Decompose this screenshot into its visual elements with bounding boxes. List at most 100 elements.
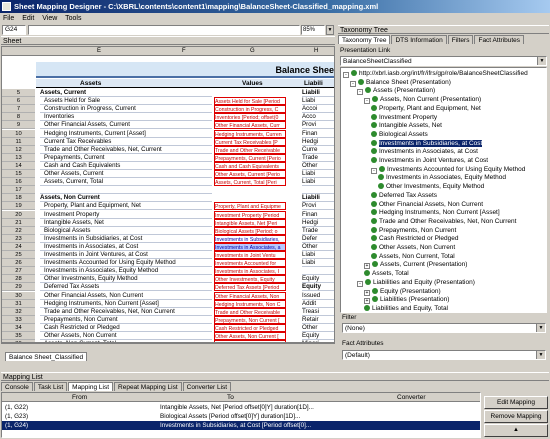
row-number[interactable]: 18	[2, 194, 35, 203]
tree-node[interactable]: Biological Assets	[371, 130, 428, 139]
asset-label-cell[interactable]: Cash and Cash Equivalents	[40, 162, 212, 170]
sheet-row[interactable]: 33 Prepayments, Non Current Prepayments, N…	[2, 315, 334, 324]
sheet-row[interactable]: 16 Assets, Current, Total Assets, Current,…	[2, 178, 334, 187]
asset-label-cell[interactable]: Other Financial Assets, Current	[40, 121, 212, 130]
tree-node[interactable]: Property, Plant and Equipment, Net	[371, 104, 481, 113]
asset-label-cell[interactable]: Other Financial Assets, Non Current	[40, 292, 212, 300]
presentation-link-select[interactable]: BalanceSheetClassified ▼	[340, 56, 547, 66]
move-up-button[interactable]: ▲	[484, 424, 548, 437]
liabilities-cell[interactable]	[302, 186, 334, 195]
chevron-down-icon[interactable]: ▼	[536, 324, 545, 332]
tree-node[interactable]: + Liabilities (Presentation)	[364, 295, 449, 305]
tab-converter-list[interactable]: Converter List	[182, 382, 232, 391]
row-number[interactable]: 6	[2, 97, 35, 106]
sheet-row[interactable]: 20 Investment Property Investment Property…	[2, 210, 334, 219]
value-mapping-cell[interactable]: Property, Plant and Equipme	[214, 202, 286, 211]
asset-label-cell[interactable]: Investments in Associates, Equity Method	[40, 267, 212, 276]
value-mapping-cell[interactable]: Trade and Other Receivable	[214, 307, 286, 316]
value-mapping-cell[interactable]: Other Assets, Current [Perio	[214, 170, 286, 178]
asset-label-cell[interactable]: Prepayments, Non Current	[40, 316, 212, 324]
tab-mapping-list[interactable]: Mapping List	[68, 382, 114, 391]
value-mapping-cell[interactable]: Investments in Subsidiaries,	[214, 234, 286, 243]
zoom-dropdown-icon[interactable]: ▼	[326, 25, 334, 35]
asset-label-cell[interactable]: Other Assets, Current	[40, 170, 212, 178]
row-number[interactable]: 34	[2, 323, 35, 332]
tree-node[interactable]: + Equity (Presentation)	[364, 287, 441, 296]
sheet-row[interactable]: 15 Other Assets, Current Other Assets, Cur…	[2, 170, 334, 178]
tree-node[interactable]: Investments in Associates, Equity Method	[378, 173, 506, 182]
tree-node[interactable]: Deferred Tax Assets	[371, 191, 437, 200]
tree-node[interactable]: - http://xbrl.iasb.org/int/fr/ifrs/gp/rol…	[343, 69, 528, 78]
asset-label-cell[interactable]: Investments Accounted for Using Equity M…	[40, 259, 212, 268]
tree-node[interactable]: Investments in Associates, at Cost	[371, 147, 478, 156]
sheet-row[interactable]: 13 Prepayments, Current Prepayments, Curre…	[2, 153, 334, 162]
tree-node[interactable]: Prepayments, Non Current	[371, 226, 456, 235]
liabilities-cell[interactable]: Provi	[302, 121, 334, 130]
tab-dts-information[interactable]: DTS Information	[391, 35, 447, 44]
row-number[interactable]: 16	[2, 178, 35, 187]
asset-label-cell[interactable]: Assets, Non Current	[40, 194, 212, 203]
col-converter[interactable]: Converter	[397, 393, 426, 402]
sheet-row[interactable]: 32 Trade and Other Receivables, Net, Non …	[2, 307, 334, 316]
collapse-icon[interactable]: -	[364, 98, 370, 105]
sheet-row[interactable]: 30 Other Financial Assets, Non Current Oth…	[2, 291, 334, 300]
tab-repeat-mapping-list[interactable]: Repeat Mapping List	[114, 382, 182, 391]
fact-attributes-select[interactable]: (Default) ▼	[342, 350, 546, 360]
row-number[interactable]: 30	[2, 291, 35, 300]
row-number[interactable]: 26	[2, 259, 35, 268]
value-mapping-cell[interactable]: Prepayments, Current [Perio	[214, 153, 286, 162]
liabilities-cell[interactable]: Curre	[302, 146, 334, 154]
value-mapping-cell[interactable]: Hedging Instruments, Curren	[214, 129, 286, 138]
row-number[interactable]: 19	[2, 202, 35, 211]
mapping-table[interactable]: From To Converter (1, G22) Intangible Ass…	[1, 392, 481, 438]
sheet-row[interactable]: 9 Other Financial Assets, Current Other Fi…	[2, 121, 334, 130]
tree-node[interactable]: - Assets, Non Current (Presentation)	[364, 95, 481, 105]
tree-node[interactable]: Liabilities and Equity, Total	[364, 304, 448, 312]
row-number[interactable]: 12	[2, 145, 35, 154]
value-mapping-cell[interactable]: Prepayments, Non Current [	[214, 315, 286, 324]
asset-label-cell[interactable]: Prepayments, Current	[40, 154, 212, 162]
menu-view[interactable]: View	[42, 15, 57, 22]
col-header-g[interactable]: G	[250, 47, 255, 56]
row-number[interactable]: 9	[2, 121, 35, 130]
tree-node[interactable]: Other Financial Assets, Non Current	[371, 200, 483, 209]
value-mapping-cell[interactable]: Cash Restricted or Pledged	[214, 323, 286, 332]
asset-label-cell[interactable]: Cash Restricted or Pledged	[40, 324, 212, 332]
liabilities-cell[interactable]: Addit	[302, 300, 334, 308]
menu-edit[interactable]: Edit	[22, 15, 34, 22]
sheet-row[interactable]: 12 Trade and Other Receivables, Net, Curr…	[2, 145, 334, 154]
col-header-h[interactable]: H	[314, 47, 318, 56]
tree-node[interactable]: Intangible Assets, Net	[371, 121, 442, 130]
row-number[interactable]: 13	[2, 153, 35, 162]
tree-node[interactable]: Investment Property	[371, 113, 437, 122]
collapse-icon[interactable]: -	[371, 167, 377, 174]
row-number[interactable]: 22	[2, 226, 35, 235]
asset-label-cell[interactable]: Hedging Instruments, Non Current [Asset]	[40, 300, 212, 308]
asset-label-cell[interactable]: Investments in Joint Ventures, at Cost	[40, 251, 212, 259]
row-number[interactable]: 14	[2, 161, 35, 170]
cell-reference-box[interactable]: G24	[2, 25, 26, 35]
row-number[interactable]: 33	[2, 315, 35, 324]
tree-node[interactable]: - Assets (Presentation)	[357, 86, 435, 96]
row-number[interactable]: 23	[2, 234, 35, 243]
row-number[interactable]: 28	[2, 275, 35, 284]
liabilities-cell[interactable]: Liabi	[302, 170, 334, 178]
sheet-hscrollbar[interactable]	[1, 343, 335, 351]
tab-filters[interactable]: Filters	[447, 35, 474, 44]
value-mapping-cell[interactable]: Other Investments, Equity	[214, 275, 286, 284]
sheet-row[interactable]: 8 Inventories Inventories [Period; offset(…	[2, 113, 334, 122]
edit-mapping-button[interactable]: Edit Mapping	[484, 396, 548, 409]
asset-label-cell[interactable]: Construction in Progress, Current	[40, 105, 212, 114]
row-number[interactable]: 20	[2, 210, 35, 219]
tree-node[interactable]: Cash Restricted or Pledged	[371, 234, 459, 243]
asset-label-cell[interactable]: Inventories	[40, 113, 212, 122]
row-number[interactable]: 8	[2, 113, 35, 122]
sheet-tab-balance-sheet[interactable]: Balance Sheet_Classified	[5, 352, 88, 361]
mapping-row[interactable]: (1, G22) Intangible Assets, Net [Period o…	[2, 403, 480, 412]
sheet-row[interactable]: 18 Assets, Non Current Liabili	[2, 194, 334, 203]
row-number[interactable]: 5	[2, 89, 35, 97]
asset-label-cell[interactable]: Property, Plant and Equipment, Net	[40, 202, 212, 211]
liabilities-cell[interactable]: Retair	[302, 316, 334, 324]
value-mapping-cell[interactable]: Biological Assets [Period; o	[214, 226, 286, 235]
tree-node[interactable]: - Liabilities and Equity (Presentation)	[357, 278, 475, 287]
